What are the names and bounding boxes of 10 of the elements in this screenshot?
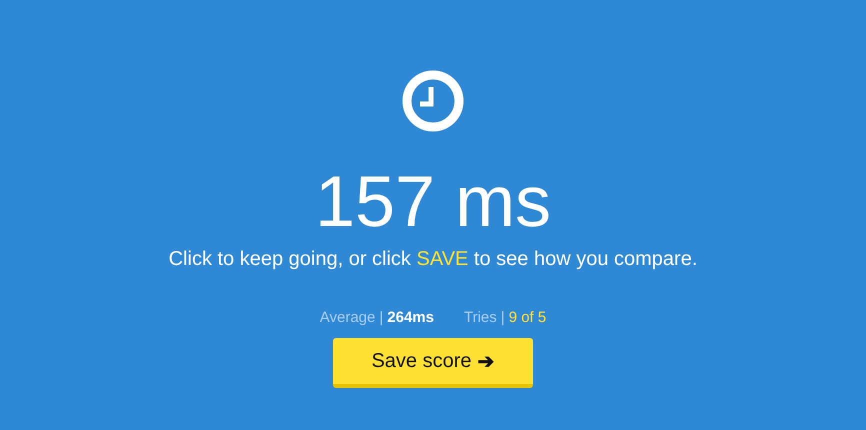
stat-label: Tries: [464, 309, 497, 326]
instruction-text: Click to keep going, or click SAVE to see how you compare.: [168, 248, 698, 271]
stat-label: Average: [320, 309, 376, 326]
stat-value: 9 of 5: [508, 309, 546, 326]
stat-value: 264ms: [387, 309, 434, 326]
separator: |: [379, 309, 384, 326]
separator: |: [500, 309, 505, 326]
clock-icon: [402, 70, 464, 132]
save-score-button[interactable]: Save score ➔: [333, 338, 533, 388]
reaction-time: 157 ms: [314, 162, 552, 242]
